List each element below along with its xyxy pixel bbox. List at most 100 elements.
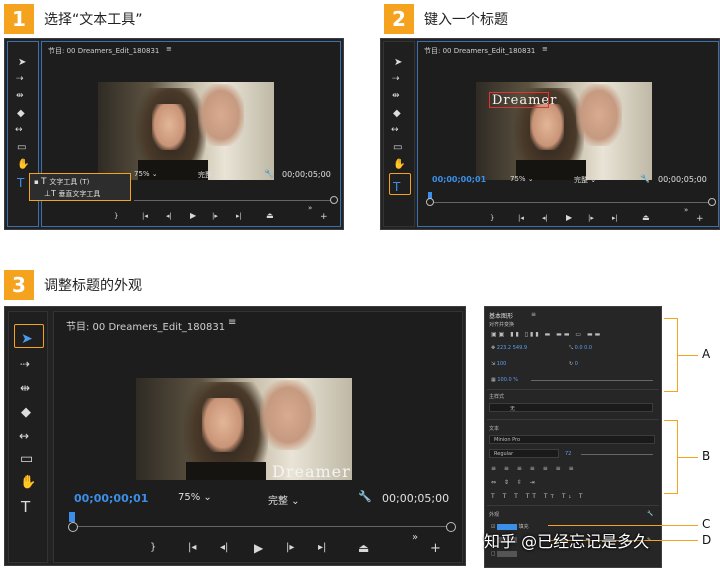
step-back-icon[interactable]: ◂| [166, 212, 172, 220]
track-select-tool-icon[interactable]: ⇢ [392, 75, 400, 84]
razor-tool-icon[interactable]: ◆ [393, 109, 401, 119]
position-row[interactable]: ✥ 223.2 549.9 [491, 345, 527, 351]
menu-item-vertical-type-tool[interactable]: ⊥T 垂直文字工具 [44, 189, 100, 199]
mark-in-icon[interactable]: } [490, 214, 494, 222]
align-buttons[interactable]: ▣▣ ▮▮ ▯▮▮ ▬ ▬▬ ▭ ▬▬ [491, 331, 602, 338]
font-size-value[interactable]: 72 [565, 451, 571, 457]
anchor-row[interactable]: ⤡ 0.0 0.0 [569, 345, 592, 351]
title-text-overlay[interactable]: Dreamer [272, 462, 351, 481]
track-select-tool-icon[interactable]: ⇢ [16, 75, 24, 84]
type-tool-icon[interactable]: T [21, 500, 30, 515]
zoom-value: 75% [510, 175, 526, 183]
hand-tool-icon[interactable]: ✋ [17, 160, 29, 170]
ripple-edit-tool-icon[interactable]: ⇹ [16, 92, 24, 101]
step-back-icon[interactable]: ◂| [542, 214, 548, 222]
slip-tool-icon[interactable]: ↔ [15, 126, 23, 135]
razor-tool-icon[interactable]: ◆ [17, 109, 25, 119]
more-controls-icon[interactable]: » [684, 206, 688, 214]
settings-wrench-icon[interactable]: 🔧 [640, 174, 650, 183]
add-button-icon[interactable]: + [696, 214, 704, 224]
go-to-out-icon[interactable]: ▸| [318, 542, 326, 553]
ripple-edit-tool-icon[interactable]: ⇹ [392, 92, 400, 101]
font-style-dropdown[interactable]: Regular [489, 449, 559, 458]
step-back-icon[interactable]: ◂| [220, 542, 228, 553]
hand-tool-icon[interactable]: ✋ [20, 476, 36, 489]
scrub-bar[interactable] [74, 526, 454, 527]
type-tool-icon[interactable]: T [17, 177, 24, 189]
text-spacing-row[interactable]: ⇔ ⇕ ⇳ ⇥ [491, 479, 538, 486]
play-icon[interactable]: ▶ [566, 213, 572, 222]
menu-item-type-tool[interactable]: ▪ T 文字工具 (T) [34, 177, 89, 187]
more-controls-icon[interactable]: » [412, 532, 418, 543]
settings-wrench-icon[interactable]: 🔧 [358, 490, 372, 503]
step-forward-icon[interactable]: |▸ [286, 542, 294, 553]
export-frame-icon[interactable]: ⏏ [266, 211, 274, 220]
tools-panel-2: ➤ ⇢ ⇹ ◆ ↔ ▭ ✋ T [383, 41, 415, 227]
pos-x-value: 223.2 [496, 345, 512, 351]
font-size-slider[interactable] [581, 454, 653, 455]
export-frame-icon[interactable]: ⏏ [642, 213, 650, 222]
font-dropdown[interactable]: Minion Pro [489, 435, 655, 444]
scrub-start-knob[interactable] [426, 198, 434, 206]
mark-in-icon[interactable]: } [114, 212, 118, 220]
hand-tool-icon[interactable]: ✋ [393, 160, 405, 170]
go-to-out-icon[interactable]: ▸| [612, 214, 618, 222]
step-2-screen: ➤ ⇢ ⇹ ◆ ↔ ▭ ✋ T 节目: 00 Dreamers_Edit_180… [380, 38, 720, 230]
opacity-slider[interactable] [531, 380, 653, 381]
playhead[interactable] [69, 512, 75, 522]
scrub-end-knob[interactable] [446, 522, 456, 532]
current-timecode[interactable]: 00;00;00;01 [74, 492, 148, 505]
track-select-tool-icon[interactable]: ⇢ [20, 358, 30, 370]
slip-tool-icon[interactable]: ↔ [19, 430, 29, 442]
scale-row[interactable]: ⇲ 100 [491, 361, 506, 367]
zoom-dropdown[interactable]: 75% ⌄ [134, 170, 158, 178]
play-icon[interactable]: ▶ [190, 211, 196, 220]
scrub-end-knob[interactable] [708, 198, 716, 206]
go-to-in-icon[interactable]: |◂ [518, 214, 524, 222]
pen-rect-tool-icon[interactable]: ▭ [17, 143, 26, 153]
selection-tool-icon[interactable]: ➤ [394, 58, 402, 68]
scrub-bar[interactable] [134, 200, 334, 201]
more-controls-icon[interactable]: » [308, 204, 312, 212]
appearance-wrench-icon[interactable]: 🔧 [647, 511, 653, 517]
monitor-menu-icon[interactable]: ≡ [542, 45, 548, 53]
rotation-row[interactable]: ↻ 0 [569, 361, 578, 367]
step-forward-icon[interactable]: |▸ [588, 214, 594, 222]
selection-tool-icon[interactable]: ➤ [18, 58, 26, 68]
pen-rect-tool-icon[interactable]: ▭ [20, 452, 33, 466]
quality-dropdown[interactable]: 完整 ⌄ [268, 492, 300, 507]
export-frame-icon[interactable]: ⏏ [358, 541, 369, 555]
video-frame [98, 82, 274, 180]
monitor-menu-icon[interactable]: ≡ [166, 45, 172, 53]
quality-dropdown[interactable]: 完整 ⌄ [574, 175, 596, 185]
scrub-start-knob[interactable] [68, 522, 78, 532]
add-button-icon[interactable]: + [320, 212, 328, 222]
text-style-buttons[interactable]: T T T TT Tт T₁ T [491, 493, 586, 500]
zoom-dropdown[interactable]: 75% ⌄ [510, 175, 534, 183]
opacity-row[interactable]: ▦ 100.0 % [491, 377, 518, 383]
zoom-dropdown[interactable]: 75% ⌄ [178, 492, 212, 503]
settings-wrench-icon[interactable]: 🔧 [264, 169, 274, 178]
add-button-icon[interactable]: + [430, 541, 441, 556]
master-style-dropdown[interactable]: 无 [489, 403, 653, 412]
go-to-in-icon[interactable]: |◂ [142, 212, 148, 220]
slip-tool-icon[interactable]: ↔ [391, 126, 399, 135]
pen-rect-tool-icon[interactable]: ▭ [393, 143, 402, 153]
step-forward-icon[interactable]: |▸ [212, 212, 218, 220]
monitor-title: 节目: 00 Dreamers_Edit_180831 [48, 47, 160, 55]
go-to-in-icon[interactable]: |◂ [188, 542, 196, 553]
scrub-bar[interactable] [432, 202, 712, 203]
mark-in-icon[interactable]: } [150, 542, 156, 553]
scrub-end-knob[interactable] [330, 196, 338, 204]
razor-tool-icon[interactable]: ◆ [21, 406, 31, 419]
play-icon[interactable]: ▶ [254, 541, 263, 555]
quality-dropdown[interactable]: 完整 ⌄ [198, 170, 220, 180]
text-bounding-box[interactable] [489, 92, 549, 108]
current-timecode[interactable]: 00;00;00;01 [432, 175, 486, 184]
monitor-menu-icon[interactable]: ≡ [228, 317, 236, 328]
ripple-edit-tool-icon[interactable]: ⇹ [20, 382, 30, 394]
text-align-buttons[interactable]: ≡ ≡ ≡ ≡ ≡ ≡ ≡ [491, 465, 577, 472]
go-to-out-icon[interactable]: ▸| [236, 212, 242, 220]
monitor-title: 节目: 00 Dreamers_Edit_180831 [66, 322, 226, 333]
eg-panel-menu-icon[interactable]: ≡ [531, 311, 536, 318]
